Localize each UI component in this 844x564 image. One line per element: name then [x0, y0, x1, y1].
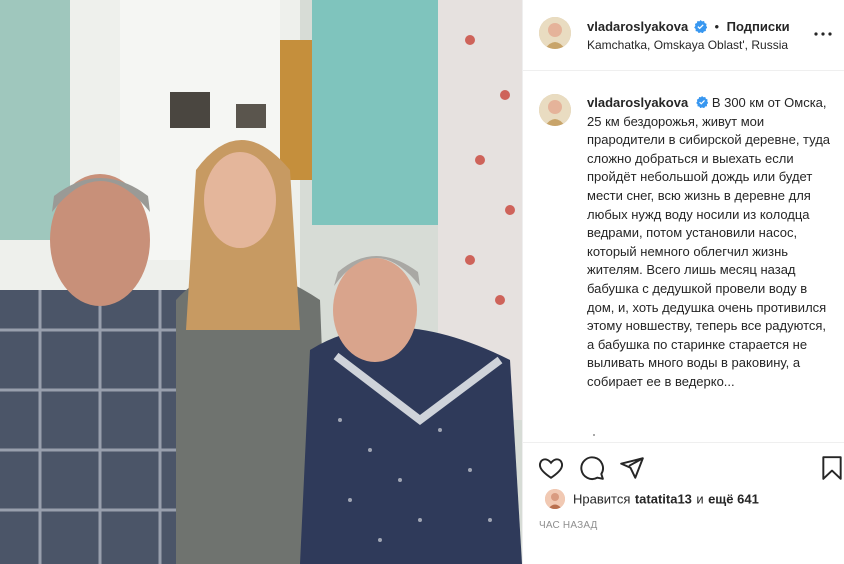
heart-icon[interactable] — [538, 455, 564, 481]
comments-section[interactable]: vladaroslyakova В 300 км от Омска, 25 км… — [523, 72, 844, 442]
post-photo-illustration — [0, 0, 522, 564]
caption-username[interactable]: vladaroslyakova — [587, 95, 688, 110]
caption-author-avatar-image — [539, 94, 571, 126]
author-username[interactable]: vladaroslyakova — [587, 19, 688, 34]
comment-bubble-icon[interactable] — [579, 455, 605, 481]
scroll-indicator — [593, 434, 595, 436]
post-caption: vladaroslyakova В 300 км от Омска, 25 км… — [587, 94, 833, 392]
caption-author-avatar[interactable] — [539, 94, 571, 126]
post-side-panel: vladaroslyakova • Подписки Kamchatka, Om… — [522, 0, 844, 564]
likes-others-count[interactable]: ещё 641 — [708, 492, 759, 507]
author-avatar-image — [539, 17, 571, 49]
header-line: vladaroslyakova • Подписки — [587, 18, 790, 34]
paper-plane-icon[interactable] — [619, 455, 645, 481]
bookmark-icon[interactable] — [819, 455, 844, 481]
post-photo[interactable] — [0, 0, 522, 564]
author-avatar[interactable] — [539, 17, 571, 49]
liker-avatar[interactable] — [545, 489, 565, 509]
post-location[interactable]: Kamchatka, Omskaya Oblast', Russia — [587, 38, 788, 52]
header-separator: • — [714, 19, 719, 35]
following-button[interactable]: Подписки — [727, 19, 790, 34]
post-header: vladaroslyakova • Подписки Kamchatka, Om… — [523, 0, 844, 71]
post-actions: Нравится tatatita13 и ещё 641 — [523, 442, 844, 532]
more-options-icon[interactable] — [811, 22, 835, 46]
liker-username[interactable]: tatatita13 — [635, 492, 692, 507]
post-timestamp[interactable]: час назад — [539, 520, 598, 531]
caption-text: В 300 км от Омска, 25 км бездорожья, жив… — [587, 95, 831, 389]
likes-prefix: Нравится — [573, 491, 631, 507]
likes-summary: Нравится tatatita13 и ещё 641 — [545, 489, 759, 511]
liker-avatar-image — [545, 489, 565, 509]
verified-badge-icon — [694, 20, 707, 34]
verified-badge-icon — [695, 96, 708, 108]
likes-conjunction: и — [696, 491, 704, 507]
